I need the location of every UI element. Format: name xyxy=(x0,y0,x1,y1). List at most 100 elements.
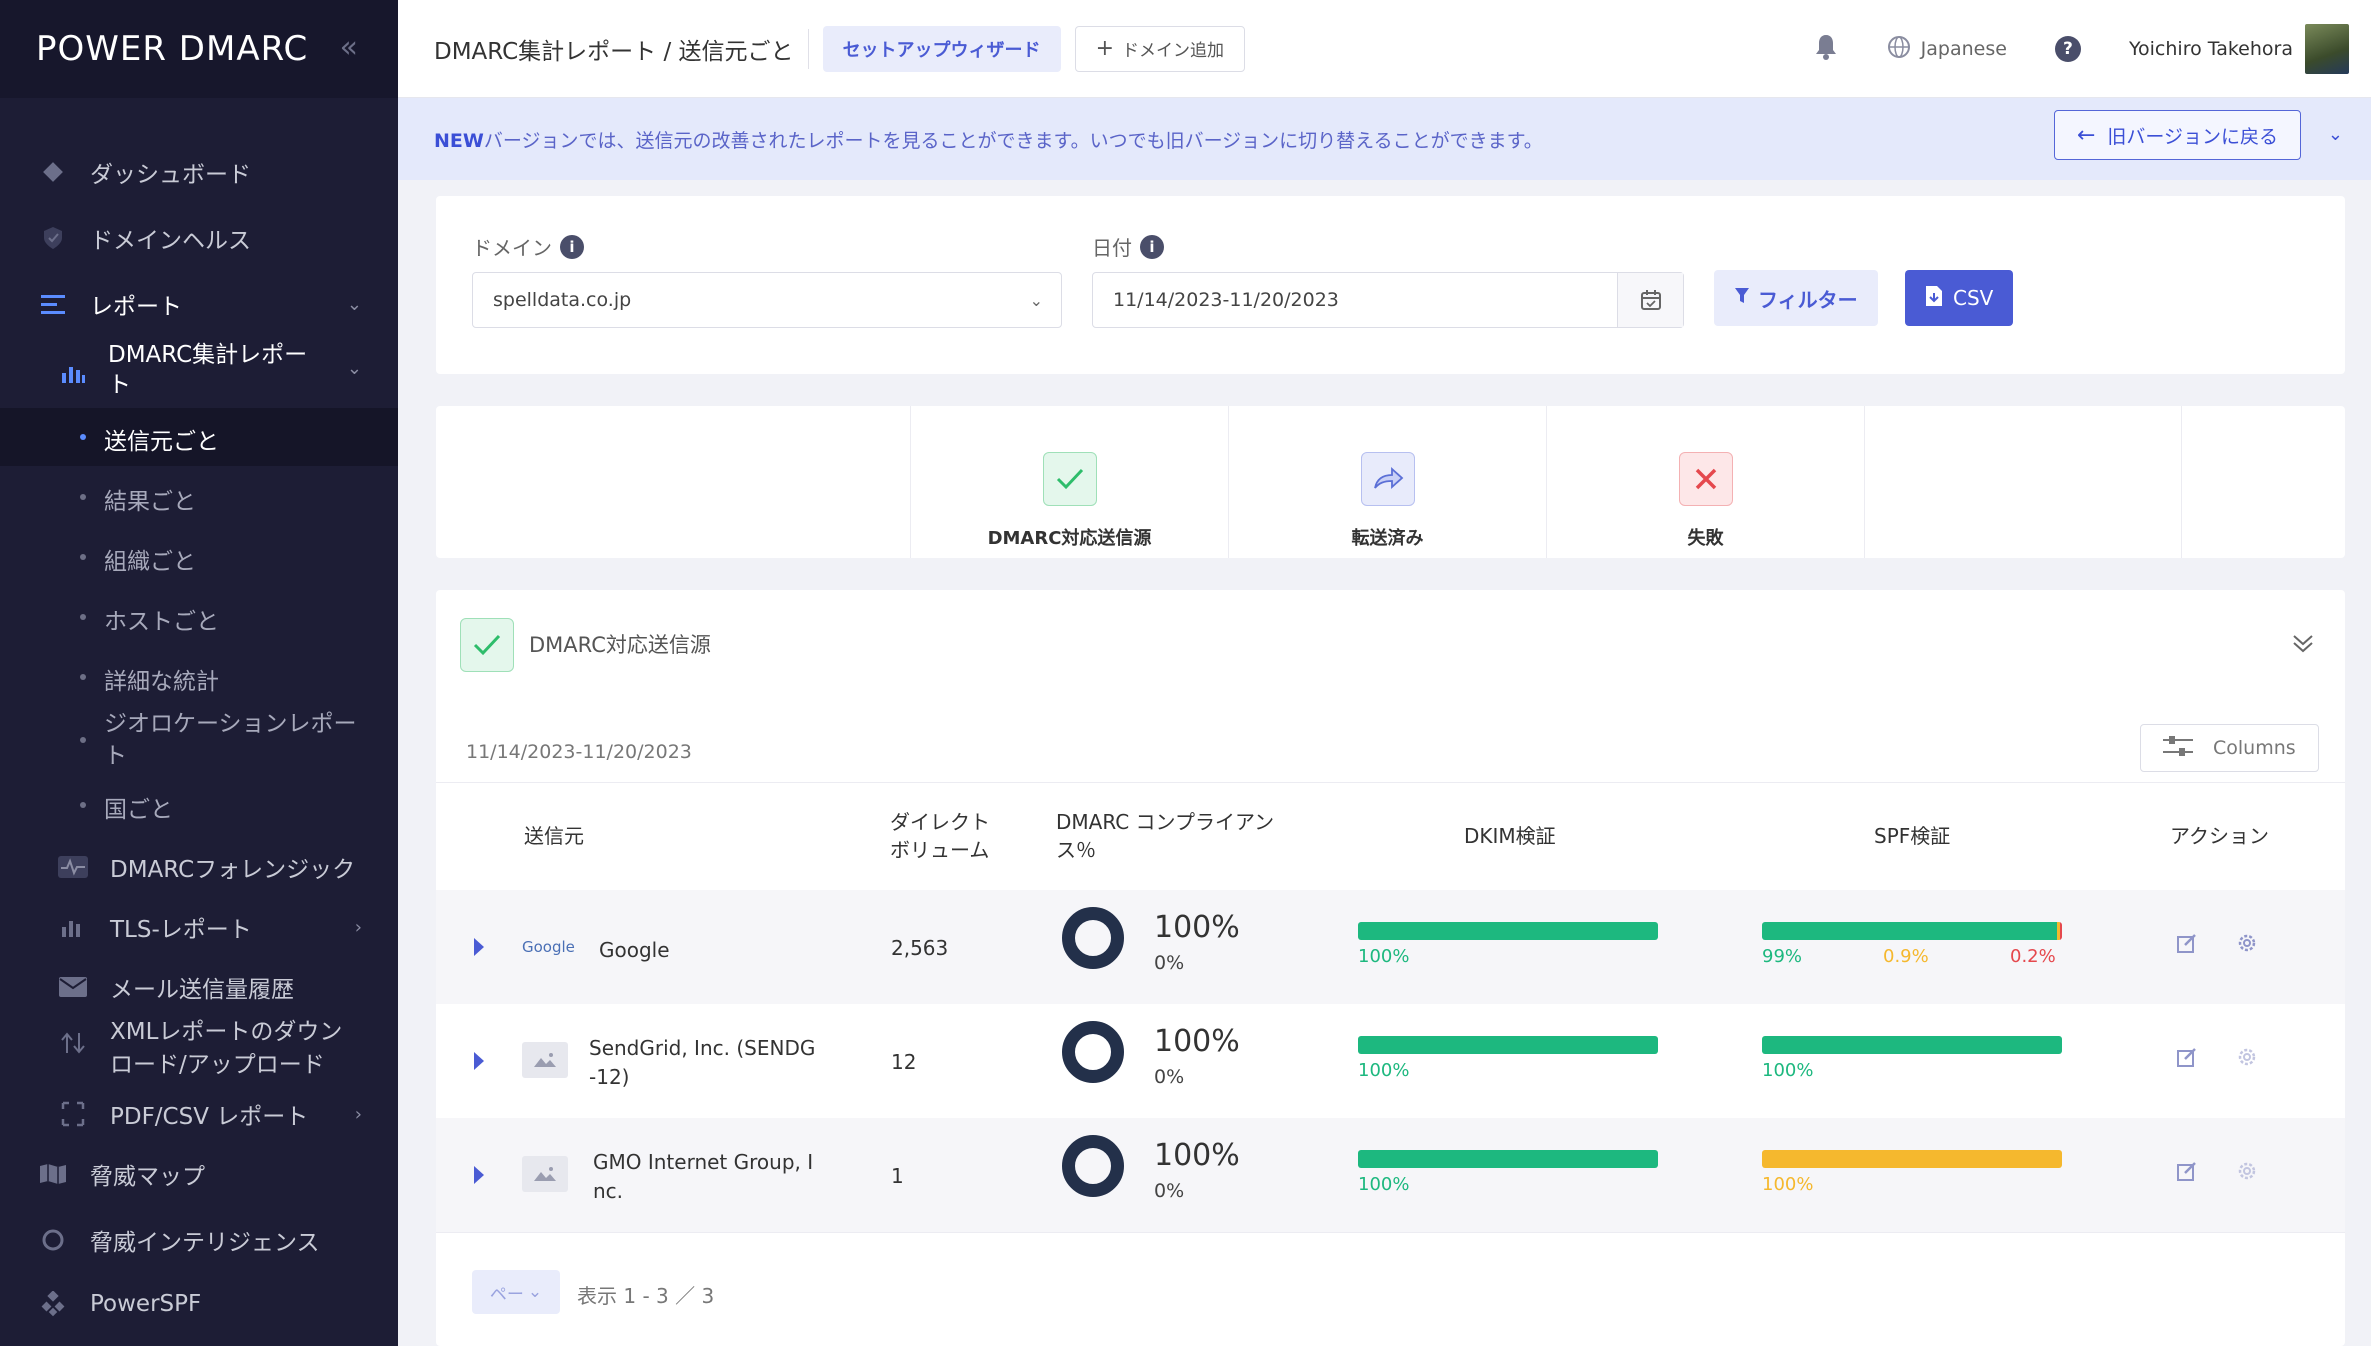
col-dkim[interactable]: DKIM検証 xyxy=(1464,822,1556,850)
domain-label: ドメイン i xyxy=(472,232,584,261)
sidebar-subitem-by-result[interactable]: 結果ごと xyxy=(80,482,196,516)
filter-button[interactable]: フィルター xyxy=(1714,270,1878,326)
setup-wizard-button[interactable]: セットアップウィザード xyxy=(822,25,1061,72)
avatar[interactable] xyxy=(2305,24,2349,74)
check-icon xyxy=(460,618,514,672)
per-page-select[interactable]: ペー ⌄ xyxy=(472,1270,560,1314)
gear-icon[interactable] xyxy=(2236,1046,2258,1073)
sidebar-subitem-by-organization[interactable]: 組織ごと xyxy=(80,542,196,576)
tile-failed[interactable]: 失敗 xyxy=(1546,406,1864,558)
bar-chart-icon xyxy=(58,912,88,942)
tile-forwarded[interactable]: 転送済み xyxy=(1228,406,1546,558)
sidebar-item-xml-transfer[interactable]: XMLレポートのダウンロード/アップロード xyxy=(0,1016,398,1082)
sidebar-item-reports[interactable]: レポート ⌄ xyxy=(0,287,398,321)
edit-icon[interactable] xyxy=(2176,1046,2198,1073)
columns-button[interactable]: Columns xyxy=(2140,724,2319,772)
collapse-section-icon[interactable] xyxy=(2292,632,2314,658)
table-row[interactable]: GMO Internet Group, I nc. 1 100% 0% 100%… xyxy=(436,1118,2345,1232)
sidebar-subitem-detailed-stats[interactable]: 詳細な統計 xyxy=(80,662,219,696)
expand-row-icon[interactable] xyxy=(474,938,484,956)
x-icon xyxy=(1678,452,1733,506)
sidebar-subitem-by-sender[interactable]: 送信元ごと xyxy=(80,422,219,456)
spf-pass-label: 99% xyxy=(1762,946,1803,967)
spf-bar xyxy=(1762,1036,2062,1054)
info-icon[interactable]: i xyxy=(560,234,584,259)
pagination-summary: 表示 1 - 3 ／ 3 xyxy=(577,1284,715,1308)
new-version-banner: NEWバージョンでは、送信元の改善されたレポートを見ることができます。いつでも旧… xyxy=(398,98,2371,180)
bar-segment xyxy=(1358,1150,1658,1168)
sidebar-subitem-label: 結果ごと xyxy=(104,489,196,515)
sidebar-item-threat-map[interactable]: 脅威マップ xyxy=(0,1157,398,1191)
collapse-sidebar-icon[interactable]: « xyxy=(340,30,358,65)
sidebar-item-pdf-csv[interactable]: PDF/CSV レポート › xyxy=(0,1097,398,1131)
dkim-pass-label: 100% xyxy=(1358,1174,1410,1195)
col-spf[interactable]: SPF検証 xyxy=(1874,822,1950,850)
bell-icon[interactable] xyxy=(1813,33,1839,65)
col-compliance[interactable]: DMARC コンプライアン ス％ xyxy=(1056,808,1274,864)
sidebar-subitem-by-country[interactable]: 国ごと xyxy=(80,790,173,824)
sidebar-item-tls-report[interactable]: TLS-レポート › xyxy=(0,910,398,944)
edit-icon[interactable] xyxy=(2176,1160,2198,1187)
domain-select[interactable]: spelldata.co.jp ⌄ xyxy=(472,272,1062,328)
tile-dmarc-compliant[interactable]: DMARC対応送信源 xyxy=(910,406,1228,558)
compliance-donut xyxy=(1062,1135,1124,1197)
help-icon[interactable]: ? xyxy=(2054,36,2081,62)
sidebar-subitem-by-host[interactable]: ホストごと xyxy=(80,602,219,636)
bar-segment xyxy=(2060,922,2062,940)
chevron-right-icon: › xyxy=(354,1103,362,1125)
sidebar-item-powerspf[interactable]: PowerSPF xyxy=(0,1289,398,1319)
sidebar-item-label: TLS-レポート xyxy=(110,917,252,943)
volume-value: 1 xyxy=(891,1164,904,1188)
volume-value: 2,563 xyxy=(891,936,949,960)
col-volume[interactable]: ダイレクト ボリューム xyxy=(890,808,990,864)
sidebar-item-mail-volume[interactable]: メール送信量履歴 xyxy=(0,970,398,1004)
table-row[interactable]: Google Google 2,563 100% 0% 100% 99% 0.9… xyxy=(436,890,2345,1004)
csv-button[interactable]: CSV xyxy=(1905,270,2014,326)
old-version-button[interactable]: ← 旧バージョンに戻る xyxy=(2053,110,2301,160)
domain-select-value: spelldata.co.jp xyxy=(493,289,632,311)
language-label: Japanese xyxy=(1920,38,2007,60)
compliance-donut xyxy=(1062,907,1124,969)
dkim-bar xyxy=(1358,922,1658,940)
sidebar: POWER DMARC « ダッシュボード ドメインヘルス レポート ⌄ DMA… xyxy=(0,0,398,1346)
bullet xyxy=(80,802,86,808)
sidebar-item-domain-health[interactable]: ドメインヘルス xyxy=(0,221,398,255)
sidebar-item-threat-intelligence[interactable]: 脅威インテリジェンス xyxy=(0,1223,398,1257)
sidebar-subitem-label: 詳細な統計 xyxy=(104,669,219,695)
sidebar-subitem-geolocation[interactable]: ジオロケーションレポート xyxy=(80,708,374,772)
sidebar-item-label: 脅威マップ xyxy=(90,1164,205,1190)
check-icon xyxy=(1042,452,1097,506)
info-icon[interactable]: i xyxy=(1140,234,1164,259)
edit-icon[interactable] xyxy=(2176,932,2198,959)
gear-icon[interactable] xyxy=(2236,1160,2258,1187)
spf-pass-label: 100% xyxy=(1762,1060,1814,1081)
date-range-input[interactable]: 11/14/2023-11/20/2023 xyxy=(1092,272,1684,328)
spf-pass-label: 100% xyxy=(1762,1174,1814,1195)
sidebar-item-dashboard[interactable]: ダッシュボード xyxy=(0,155,398,189)
forward-arrow-icon xyxy=(1360,452,1415,506)
add-domain-button[interactable]: + ドメイン追加 xyxy=(1074,25,1245,72)
compliance-value: 100% xyxy=(1154,1138,1240,1173)
col-sender[interactable]: 送信元 xyxy=(524,822,584,850)
tile-label: 転送済み xyxy=(1351,528,1424,549)
filter-icon xyxy=(1734,286,1750,310)
chevron-down-icon[interactable]: ⌄ xyxy=(2328,124,2343,145)
gear-icon[interactable] xyxy=(2236,932,2258,959)
sidebar-item-dmarc-aggregate[interactable]: DMARC集計レポート ⌄ xyxy=(0,340,398,400)
sender-name: SendGrid, Inc. (SENDG -12) xyxy=(589,1036,816,1089)
expand-row-icon[interactable] xyxy=(474,1166,484,1184)
user-name[interactable]: Yoichiro Takehora xyxy=(2129,38,2293,60)
calendar-icon[interactable] xyxy=(1617,273,1683,327)
arrow-left-icon: ← xyxy=(2076,122,2096,148)
tile-label: 失敗 xyxy=(1687,528,1724,549)
banner-message: バージョンでは、送信元の改善されたレポートを見ることができます。いつでも旧バージ… xyxy=(483,129,1543,152)
sidebar-item-dmarc-forensic[interactable]: DMARCフォレンジック xyxy=(0,850,398,884)
sidebar-subitem-label: ジオロケーションレポート xyxy=(104,711,357,769)
language-selector[interactable]: Japanese xyxy=(1887,35,2007,64)
sidebar-item-label: PDF/CSV レポート xyxy=(110,1104,309,1130)
file-download-icon xyxy=(1925,285,1943,312)
bullet xyxy=(80,494,86,500)
expand-row-icon[interactable] xyxy=(474,1052,484,1070)
page-title: DMARC集計レポート / 送信元ごと xyxy=(434,38,794,65)
table-row[interactable]: SendGrid, Inc. (SENDG -12) 12 100% 0% 10… xyxy=(436,1004,2345,1118)
